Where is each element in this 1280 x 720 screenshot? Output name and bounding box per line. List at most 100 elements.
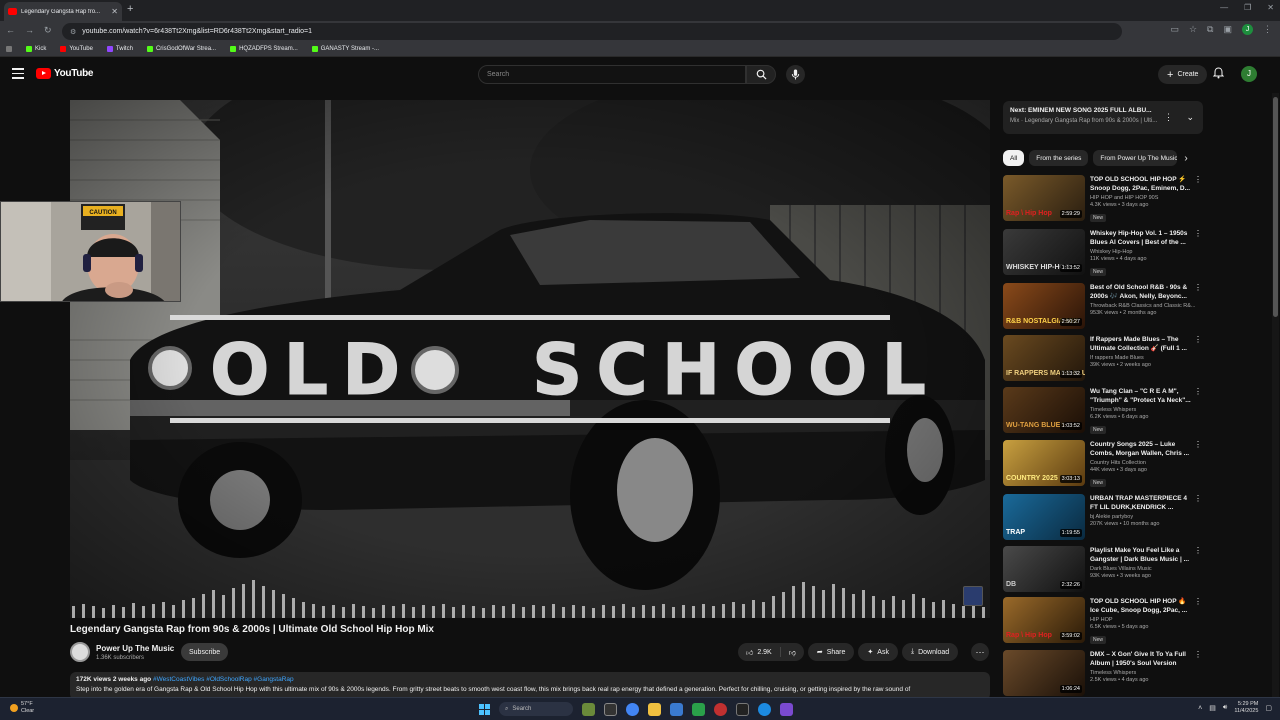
chevron-right-icon[interactable]: › (1184, 153, 1187, 164)
recommendation-channel[interactable]: Dark Blues Villains Music (1090, 566, 1195, 572)
recommendation-channel[interactable]: If rappers Made Blues (1090, 355, 1195, 361)
url-text[interactable]: youtube.com/watch?v=6r438Tt2Xmg&list=RD6… (82, 28, 312, 35)
forward-icon[interactable]: → (25, 25, 34, 36)
store-icon[interactable] (670, 702, 683, 716)
video-thumbnail[interactable]: IF RAPPERS MADE BLUES1:13:32 (1003, 335, 1085, 381)
recommendation-title[interactable]: URBAN TRAP MASTERPIECE 4 FT LIL DURK,KEN… (1090, 494, 1195, 512)
recommendation-item[interactable]: Rap \ Hip Hop 3:59:02 TOP OLD SCHOOL HIP H… (1003, 597, 1203, 647)
bookmark-youtube[interactable]: YouTube (60, 46, 93, 52)
excel-icon[interactable] (692, 702, 705, 716)
bookmark-kick[interactable]: Kick (26, 46, 46, 52)
up-next-card[interactable]: Next: EMINEM NEW SONG 2025 FULL ALBU... … (1003, 101, 1203, 134)
recommendation-item[interactable]: DB 2:32:26 Playlist Make You Feel Like a G… (1003, 546, 1203, 596)
recommendation-title[interactable]: Country Songs 2025 – Luke Combs, Morgan … (1090, 440, 1195, 458)
more-vertical-icon[interactable]: ⋮ (1194, 440, 1202, 449)
subscribe-button[interactable]: Subscribe (181, 643, 229, 661)
weather-widget[interactable]: 57°F Clear (10, 701, 34, 715)
more-vertical-icon[interactable]: ⋮ (1194, 494, 1202, 503)
scrollbar-thumb[interactable] (1273, 97, 1278, 317)
more-vertical-icon[interactable]: ⋮ (1194, 335, 1202, 344)
more-vertical-icon[interactable]: ⋮ (1194, 175, 1202, 184)
recommendation-item[interactable]: WU-TANG BLUES 1:03:52 Wu Tang Clan – "C R … (1003, 387, 1203, 437)
recommendation-title[interactable]: TOP OLD SCHOOL HIP HOP ⚡ Snoop Dogg, 2Pa… (1090, 175, 1195, 193)
network-icon[interactable]: ▤ (1209, 704, 1216, 712)
video-thumbnail[interactable]: COUNTRY 2025 3:03:13 (1003, 440, 1085, 486)
extensions-icon[interactable]: ⧉ (1207, 24, 1213, 35)
chip-all[interactable]: All (1003, 150, 1025, 166)
recommendation-title[interactable]: Best of Old School R&B - 90s & 2000s 🎶 A… (1090, 283, 1195, 301)
more-vertical-icon[interactable]: ⋮ (1194, 283, 1202, 292)
chip-from-channel[interactable]: From Power Up The Music (1093, 150, 1178, 166)
tray-chevron-icon[interactable]: ˄ (1198, 705, 1202, 712)
channel-name[interactable]: Power Up The Music (96, 644, 174, 653)
video-thumbnail[interactable]: TRAP 1:19:55 (1003, 494, 1085, 540)
minimize-icon[interactable]: — (1220, 3, 1228, 12)
widgets-icon[interactable] (582, 702, 595, 716)
file-explorer-icon[interactable] (648, 702, 661, 716)
video-player[interactable]: OLD SCHOOL (70, 100, 990, 618)
recommendation-channel[interactable]: bj Alekie partyboy (1090, 514, 1195, 520)
address-bar[interactable]: ⚙ youtube.com/watch?v=6r438Tt2Xmg&list=R… (62, 23, 1122, 40)
windows-start-icon[interactable] (479, 703, 490, 715)
sidepanel-icon[interactable]: ▣ (1223, 24, 1232, 35)
youtube-logo[interactable]: YouTube (36, 68, 94, 79)
clock[interactable]: 5:29 PM 11/4/2025 (1234, 701, 1258, 715)
like-button[interactable]: 👍︎ 2.9K (738, 643, 780, 661)
recommendation-channel[interactable]: Whiskey Hip-Hop (1090, 249, 1195, 255)
description-box[interactable]: 172K views 2 weeks ago #WestCoastVibes #… (70, 672, 990, 700)
menu-hamburger-icon[interactable] (12, 68, 24, 82)
recommendation-channel[interactable]: HIP HOP (1090, 617, 1195, 623)
copilot-icon[interactable] (780, 702, 793, 716)
channel-watermark-icon[interactable] (963, 586, 983, 606)
account-avatar[interactable]: J (1241, 66, 1257, 82)
recommendation-channel[interactable]: Country Hits Collection (1090, 460, 1195, 466)
more-vertical-icon[interactable]: ⋮ (1194, 597, 1202, 606)
bookmark-ganasty[interactable]: GANASTY Stream -... (311, 46, 379, 52)
close-window-icon[interactable]: ✕ (1267, 3, 1274, 12)
recommendation-title[interactable]: Wu Tang Clan – "C R E A M", "Triumph" & … (1090, 387, 1195, 405)
back-icon[interactable]: ← (6, 25, 15, 36)
app-red-icon[interactable] (714, 702, 727, 716)
create-button[interactable]: + Create (1158, 65, 1208, 84)
recommendation-item[interactable]: WHISKEY HIP-HOP 1:13:52 Whiskey Hip-Hop Vo… (1003, 229, 1203, 279)
search-input[interactable]: Search (478, 65, 746, 84)
bookmark-hqzadfps[interactable]: HQZADFPS Stream... (230, 46, 298, 52)
voice-search-button[interactable] (786, 65, 805, 84)
volume-icon[interactable]: 🔊︎ (1223, 704, 1227, 712)
bookmark-crisgodofwar[interactable]: CrisGodOfWar Strea... (146, 46, 216, 52)
channel-avatar[interactable] (70, 642, 90, 662)
recommendation-item[interactable]: Rap \ Hip Hop 2:59:29 TOP OLD SCHOOL HIP H… (1003, 175, 1203, 225)
recommendation-item[interactable]: TRAP 1:19:55 URBAN TRAP MASTERPIECE 4 FT L… (1003, 494, 1203, 544)
notifications-bell-icon[interactable] (1212, 67, 1225, 82)
chevron-down-icon[interactable]: ⌄ (1186, 112, 1194, 123)
recommendation-item[interactable]: R&B NOSTALGIA MIX 2:50:27 Best of Old Scho… (1003, 283, 1203, 333)
search-button[interactable] (746, 65, 776, 84)
video-thumbnail[interactable]: R&B NOSTALGIA MIX 2:50:27 (1003, 283, 1085, 329)
video-thumbnail[interactable]: Rap \ Hip Hop 3:59:02 (1003, 597, 1085, 643)
recommendation-channel[interactable]: Throwback R&B Classics and Classic R&... (1090, 303, 1195, 309)
maximize-icon[interactable]: ❐ (1244, 3, 1251, 12)
download-button[interactable]: ⤓ Download (901, 643, 959, 661)
recommendation-title[interactable]: Playlist Make You Feel Like a Gangster |… (1090, 546, 1195, 564)
page-scrollbar[interactable] (1272, 93, 1279, 697)
cast-icon[interactable]: ▭ (1170, 24, 1179, 35)
dislike-button[interactable]: 👎︎ (781, 643, 804, 661)
notification-center-icon[interactable]: ▢ (1265, 704, 1272, 712)
chrome-icon[interactable] (626, 702, 639, 716)
recommendation-title[interactable]: DMX – X Gon' Give It To Ya Full Album | … (1090, 650, 1195, 668)
recommendation-title[interactable]: Whiskey Hip-Hop Vol. 1 – 1950s Blues AI … (1090, 229, 1195, 247)
site-info-icon[interactable]: ⚙ (70, 28, 76, 36)
recommendation-item[interactable]: IF RAPPERS MADE BLUES1:13:32 If Rappers M… (1003, 335, 1203, 385)
browser-tab[interactable]: Legendary Gangsta Rap fro... ✕ (4, 2, 122, 21)
recommendation-title[interactable]: TOP OLD SCHOOL HIP HOP 🔥 Ice Cube, Snoop… (1090, 597, 1195, 615)
more-vertical-icon[interactable]: ⋮ (1194, 229, 1202, 238)
recommendation-item[interactable]: COUNTRY 2025 3:03:13 Country Songs 2025 – … (1003, 440, 1203, 490)
more-actions-button[interactable]: ⋯ (971, 643, 989, 661)
steam-icon[interactable] (736, 702, 749, 716)
apps-grid-icon[interactable] (6, 46, 12, 52)
video-thumbnail[interactable]: 1:06:24 (1003, 650, 1085, 696)
video-thumbnail[interactable]: WU-TANG BLUES 1:03:52 (1003, 387, 1085, 433)
description-hashtags[interactable]: #WestCoastVibes #OldSchoolRap #GangstaRa… (153, 676, 294, 683)
task-view-icon[interactable] (604, 702, 617, 716)
more-vertical-icon[interactable]: ⋮ (1194, 650, 1202, 659)
